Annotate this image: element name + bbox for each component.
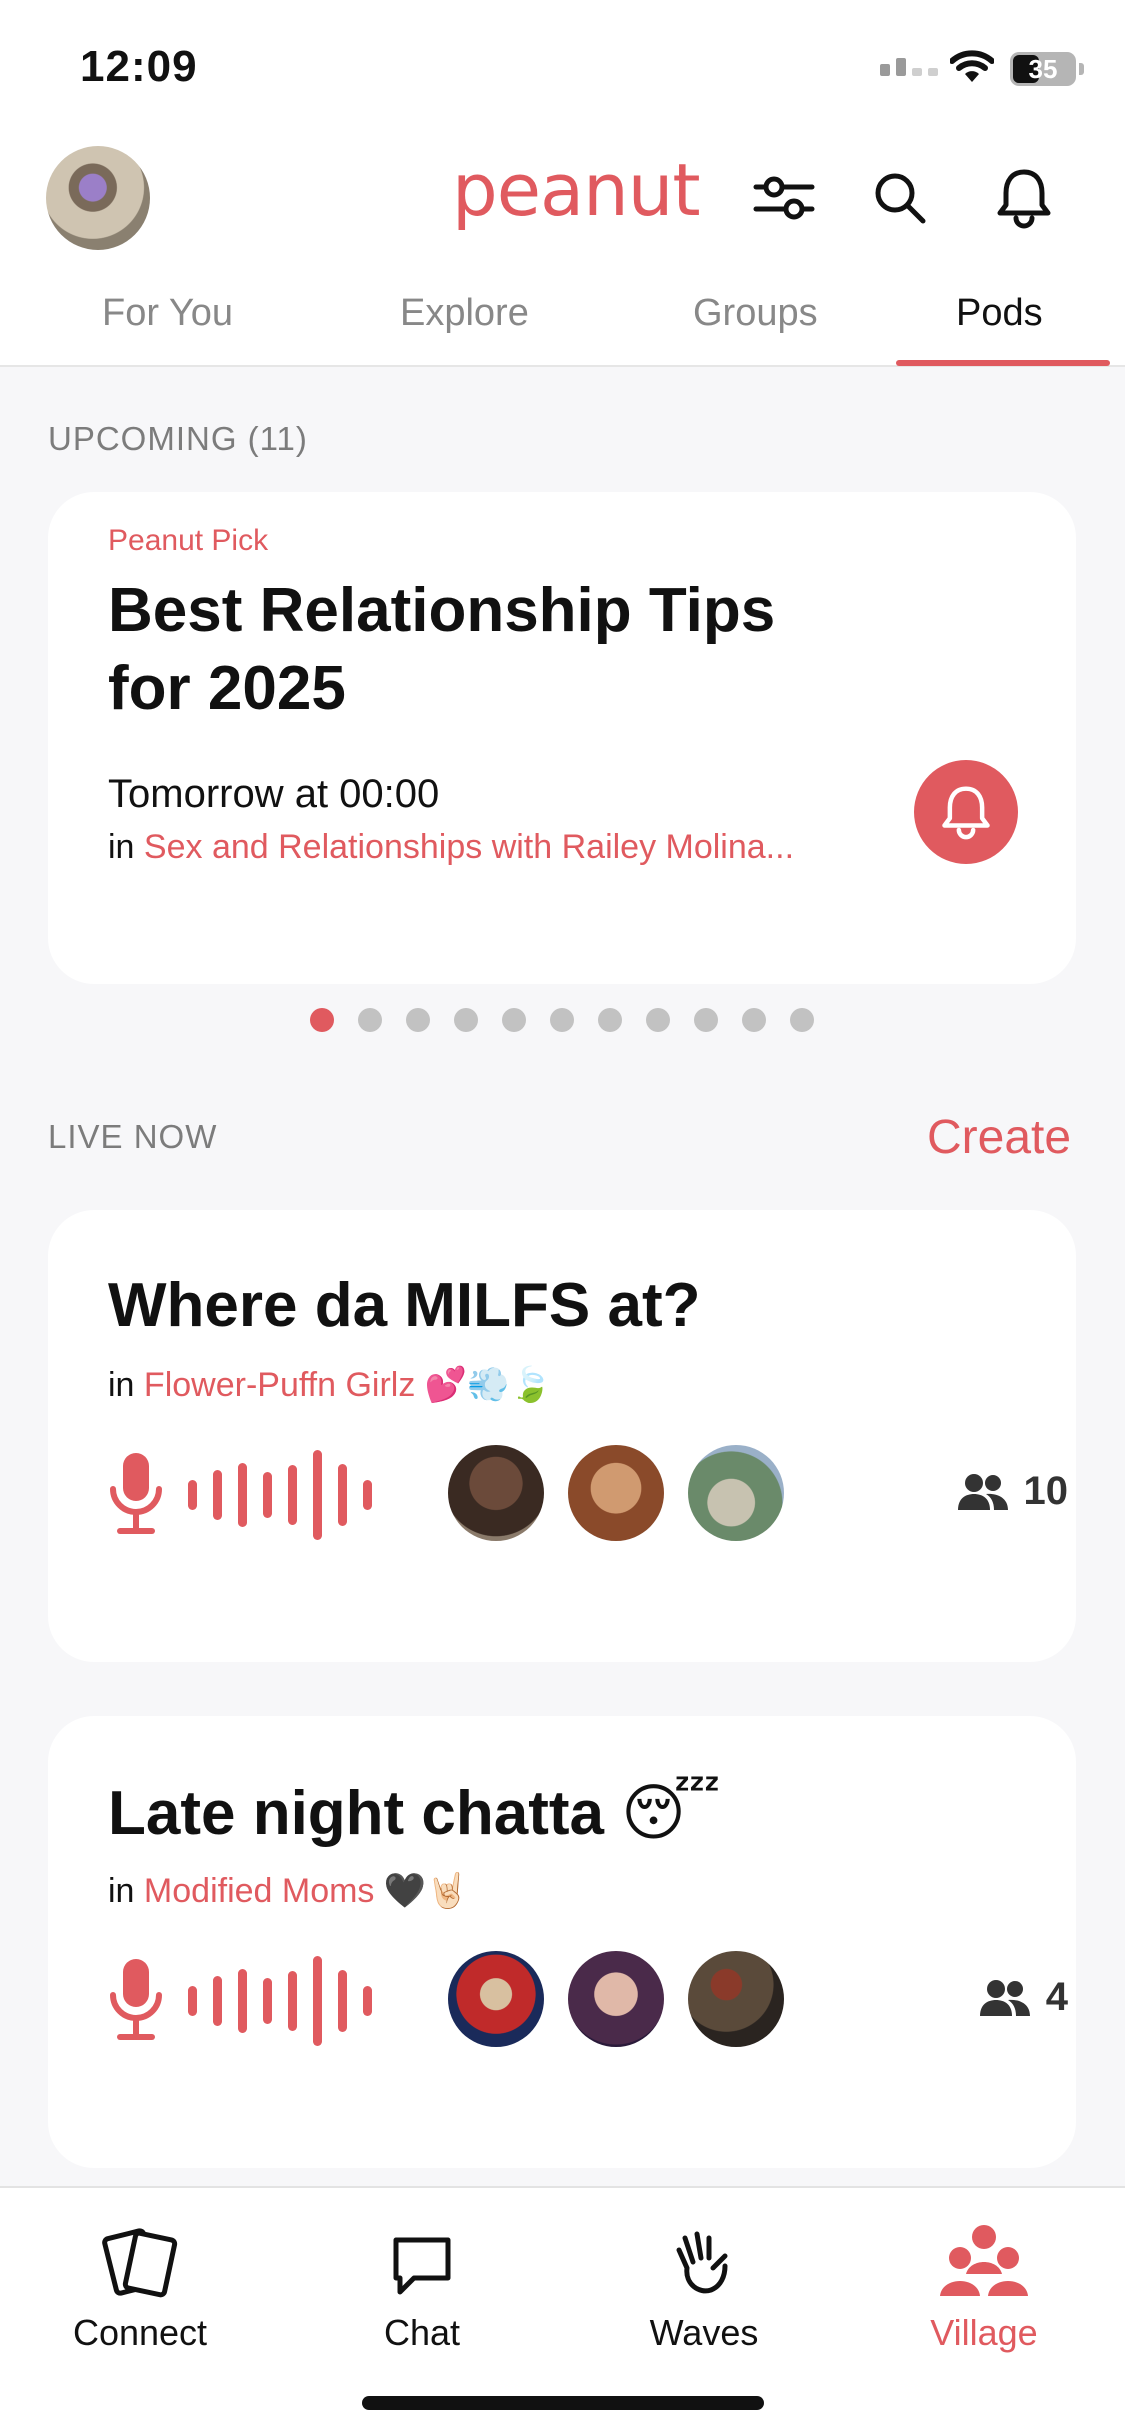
group-people-icon [874,2208,1094,2298]
pod-group: in Flower-Puffn Girlz 💕💨🍃 [108,1365,552,1405]
upcoming-pod-group: in Sex and Relationships with Railey Mol… [108,828,794,867]
top-tabs: For You Explore Groups Pods [0,280,1125,367]
nav-waves[interactable]: Waves [594,2208,814,2354]
in-prefix: in [108,828,144,866]
listener-count: 4 [978,1975,1068,2020]
tab-pods[interactable]: Pods [956,292,1043,335]
nav-label: Waves [649,2312,759,2353]
in-prefix: in [108,1872,144,1910]
pod-activity-row: 10 [108,1445,1068,1545]
pod-title: Late night chatta 😴 [108,1779,721,1848]
page-dot[interactable] [358,1008,382,1032]
tab-groups[interactable]: Groups [693,292,818,335]
page-dot[interactable] [646,1008,670,1032]
active-tab-indicator [896,360,1110,366]
battery-level: 35 [1028,54,1058,84]
page-dot[interactable] [406,1008,430,1032]
page-dot[interactable] [310,1008,334,1032]
home-indicator [362,2396,764,2410]
audio-waveform [188,1951,372,2051]
group-link[interactable]: Flower-Puffn Girlz 💕💨🍃 [144,1366,552,1404]
tab-for-you[interactable]: For You [102,292,233,335]
group-link[interactable]: Sex and Relationships with Railey Molina… [144,828,794,866]
audio-waveform [188,1445,372,1545]
nav-village[interactable]: Village [874,2208,1094,2354]
page-dot[interactable] [502,1008,526,1032]
bell-icon[interactable] [992,166,1056,230]
live-pod-card[interactable]: Late night chatta 😴 in Modified Moms 🖤🤘🏻… [48,1716,1076,2168]
cards-icon [30,2208,250,2298]
people-icon [957,1473,1008,1510]
nav-label: Chat [383,2312,461,2353]
peanut-pick-label: Peanut Pick [108,524,269,557]
cellular-signal-icon [880,58,938,76]
page-dot[interactable] [598,1008,622,1032]
participant-avatar[interactable] [688,1445,784,1541]
page-dot[interactable] [694,1008,718,1032]
nav-label: Village [930,2312,1038,2353]
search-icon[interactable] [868,166,932,230]
bell-icon [942,786,990,840]
remind-me-button[interactable] [914,760,1018,864]
live-now-section-label: LIVE NOW [48,1118,218,1155]
page-dot[interactable] [550,1008,574,1032]
pod-activity-row: 4 [108,1951,1068,2051]
upcoming-pod-time: Tomorrow at 00:00 [108,772,440,816]
upcoming-pod-title: Best Relationship Tips for 2025 [108,576,776,723]
upcoming-section-label: UPCOMING (11) [48,420,308,457]
participant-avatar[interactable] [688,1951,784,2047]
create-pod-button[interactable]: Create [927,1110,1071,1165]
listener-count-value: 10 [1023,1469,1069,1513]
participant-avatar[interactable] [448,1445,544,1541]
page-dot[interactable] [454,1008,478,1032]
nav-connect[interactable]: Connect [30,2208,250,2354]
app-logo: peanut [452,148,701,232]
wifi-icon [949,50,995,89]
pod-group: in Modified Moms 🖤🤘🏻 [108,1871,469,1911]
profile-avatar[interactable] [46,146,150,250]
listener-count: 10 [956,1469,1069,1514]
tab-explore[interactable]: Explore [400,292,529,335]
pod-title: Where da MILFS at? [108,1271,701,1340]
participant-avatar[interactable] [448,1951,544,2047]
page-dot[interactable] [742,1008,766,1032]
participant-avatar[interactable] [568,1445,664,1541]
chat-bubble-icon [312,2208,532,2298]
carousel-page-indicator[interactable] [310,1008,814,1032]
nav-chat[interactable]: Chat [312,2208,532,2354]
waving-hand-icon [594,2208,814,2298]
status-time: 12:09 [80,42,198,91]
participant-avatar[interactable] [568,1951,664,2047]
microphone-icon [108,1957,164,2048]
in-prefix: in [108,1366,144,1404]
battery-icon: 35 [1010,52,1084,86]
sliders-icon[interactable] [752,166,816,230]
group-link[interactable]: Modified Moms 🖤🤘🏻 [144,1872,469,1910]
microphone-icon [108,1451,164,1542]
listener-count-value: 4 [1045,1975,1068,2019]
status-bar: 12:09 35 [0,0,1125,130]
nav-label: Connect [72,2312,208,2353]
page-dot[interactable] [790,1008,814,1032]
upcoming-pod-card[interactable]: Peanut Pick Best Relationship Tips for 2… [48,492,1076,984]
live-pod-card[interactable]: Where da MILFS at? in Flower-Puffn Girlz… [48,1210,1076,1662]
people-icon [979,1979,1030,2016]
